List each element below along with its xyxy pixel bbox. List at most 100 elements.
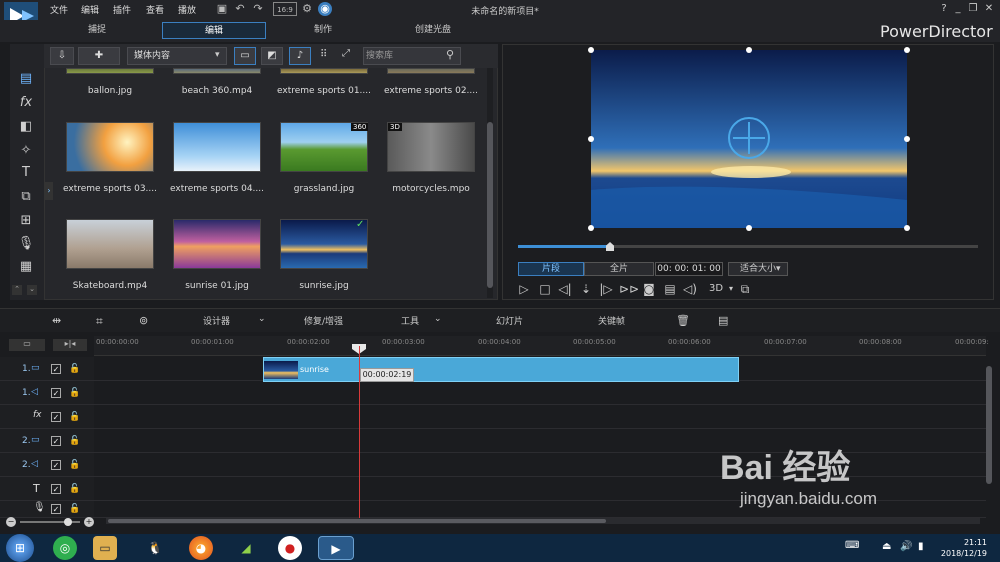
track-enable-checkbox[interactable]: ✓ [51, 388, 61, 398]
thumb-ballon[interactable] [66, 68, 154, 74]
panel-toggle-icon[interactable]: › [45, 182, 53, 200]
timecode-display[interactable]: 00: 00: 01: 00 [655, 262, 723, 276]
track-enable-checkbox[interactable]: ✓ [51, 364, 61, 374]
system-clock[interactable]: 21:11 2018/12/19 [935, 537, 987, 559]
keyboard-tray-icon[interactable]: ⌨ [845, 540, 859, 551]
minimize-button[interactable]: _ [951, 2, 965, 16]
restore-button[interactable]: ❐ [966, 2, 980, 16]
filter-audio-icon[interactable]: ♪ [289, 47, 311, 65]
undock-icon[interactable]: ⧉ [737, 281, 753, 297]
thumb-extreme-02[interactable] [387, 68, 475, 74]
resize-handle[interactable] [904, 47, 910, 53]
crop-icon[interactable]: ⌗ [96, 314, 103, 329]
lock-icon[interactable]: 🔓 [69, 364, 80, 374]
start-button[interactable]: ⊞ [6, 534, 34, 562]
save-icon[interactable]: ▣ [215, 2, 229, 16]
tab-create-disc[interactable]: 创建光盘 [386, 22, 480, 39]
fix-enhance-button[interactable]: 修复/增强 [304, 314, 343, 327]
track-enable-checkbox[interactable]: ✓ [51, 504, 61, 514]
movie-mode-button[interactable]: 全片 [584, 262, 654, 276]
track-scrollbar-thumb[interactable] [986, 366, 992, 484]
menu-view[interactable]: 查看 [146, 3, 164, 16]
collapse-down-icon[interactable]: ⌄ [27, 285, 37, 295]
volume-tray-icon[interactable]: 🔊 [900, 541, 912, 552]
redo-icon[interactable]: ↷ [251, 2, 265, 16]
zoom-in-icon[interactable]: + [84, 517, 94, 527]
usb-tray-icon[interactable]: ⏏ [882, 541, 891, 552]
import-icon[interactable]: ⇩ [50, 47, 74, 65]
thumb-skateboard[interactable] [66, 219, 154, 269]
chevron-down-icon[interactable]: ⌄ [258, 314, 266, 324]
track-enable-checkbox[interactable]: ✓ [51, 460, 61, 470]
plugin-icon[interactable]: ✚ [78, 47, 120, 65]
settings-icon[interactable]: ⚙ [300, 2, 314, 16]
particle-room-icon[interactable]: ✧ [17, 142, 35, 160]
network-tray-icon[interactable]: ▮ [918, 541, 924, 552]
subtitle-icon[interactable]: ▤ [662, 281, 678, 297]
trash-icon[interactable]: 🗑 [676, 314, 690, 327]
thumb-extreme-04[interactable] [173, 122, 261, 172]
help-button[interactable]: ? [937, 2, 951, 16]
tab-capture[interactable]: 捕捉 [50, 22, 144, 39]
resize-handle[interactable] [746, 47, 752, 53]
timeline-clip[interactable] [263, 357, 739, 382]
thumb-extreme-03[interactable] [66, 122, 154, 172]
media-content-select[interactable]: 媒体内容 [127, 47, 227, 65]
transition-room-icon[interactable]: ⧉ [17, 188, 35, 206]
track-fx[interactable] [94, 405, 986, 429]
grid-view-icon[interactable]: ⠿ [320, 49, 327, 60]
zoom-slider-knob[interactable] [64, 518, 72, 526]
audio-mixing-icon[interactable]: ⊞ [17, 212, 35, 230]
firefox-icon[interactable]: ◕ [189, 536, 213, 560]
track-audio-1[interactable] [94, 381, 986, 405]
resize-handle[interactable] [904, 136, 910, 142]
menu-file[interactable]: 文件 [50, 3, 68, 16]
thumb-sunrise[interactable] [280, 219, 368, 269]
filter-video-icon[interactable]: ▭ [234, 47, 256, 65]
fx-room-icon[interactable]: fx [17, 94, 35, 112]
lock-icon[interactable]: 🔓 [69, 436, 80, 446]
keyframe-button[interactable]: 关键帧 [598, 314, 625, 327]
resize-handle[interactable] [588, 136, 594, 142]
resize-handle[interactable] [904, 225, 910, 231]
menu-plugins[interactable]: 插件 [113, 3, 131, 16]
play-icon[interactable]: ▷ [516, 281, 532, 297]
thumb-extreme-01[interactable] [280, 68, 368, 74]
lock-icon[interactable]: 🔓 [69, 484, 80, 494]
title-room-icon[interactable]: T [17, 164, 35, 182]
storyboard-view-icon[interactable]: ▸|◂ [53, 339, 87, 351]
voiceover-icon[interactable]: 🎙 [17, 235, 35, 253]
tools-button[interactable]: 工具 [401, 314, 419, 327]
timeline-scrollbar-thumb[interactable] [108, 519, 606, 523]
timeline-view-icon[interactable]: ▭ [9, 339, 45, 351]
previous-frame-icon[interactable]: ◁| [557, 281, 573, 297]
undo-icon[interactable]: ↶ [233, 2, 247, 16]
fast-forward-icon[interactable]: ⊳⊳ [619, 281, 639, 297]
expand-icon[interactable]: ⤢ [342, 48, 350, 59]
track-enable-checkbox[interactable]: ✓ [51, 412, 61, 422]
next-frame-icon[interactable]: |▷ [598, 281, 614, 297]
collapse-up-icon[interactable]: ⌃ [12, 285, 22, 295]
clip-mode-button[interactable]: 片段 [518, 262, 584, 276]
more-options-icon[interactable]: ▤ [718, 314, 728, 327]
close-button[interactable]: ✕ [982, 2, 996, 16]
volume-icon[interactable]: ◁) [682, 281, 698, 297]
file-explorer-icon[interactable]: ▭ [93, 536, 117, 560]
thumb-beach-360[interactable] [173, 68, 261, 74]
resize-handle[interactable] [588, 47, 594, 53]
preview-image[interactable] [591, 50, 907, 228]
account-icon[interactable]: ◉ [318, 2, 332, 16]
search-icon[interactable]: ⚲ [446, 48, 454, 61]
fit-timeline-icon[interactable]: ⇹ [52, 314, 61, 327]
resize-handle[interactable] [746, 225, 752, 231]
aspect-ratio-icon[interactable]: 16:9 [273, 2, 297, 16]
lock-icon[interactable]: 🔓 [69, 412, 80, 422]
tab-produce[interactable]: 制作 [276, 22, 370, 39]
filter-image-icon[interactable]: ◩ [261, 47, 283, 65]
track-enable-checkbox[interactable]: ✓ [51, 484, 61, 494]
lock-icon[interactable]: 🔓 [69, 460, 80, 470]
menu-edit[interactable]: 编辑 [81, 3, 99, 16]
pip-room-icon[interactable]: ◧ [17, 118, 35, 136]
stop-icon[interactable]: □ [537, 281, 553, 297]
resize-handle[interactable] [588, 225, 594, 231]
